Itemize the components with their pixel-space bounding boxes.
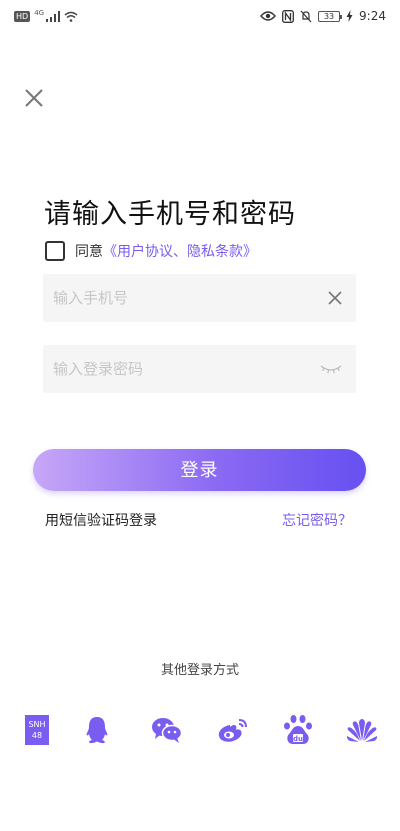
status-right: 33 9:24 bbox=[260, 8, 386, 24]
login-button[interactable]: 登录 bbox=[33, 449, 366, 491]
eye-comfort-icon bbox=[260, 11, 276, 21]
agreement-link[interactable]: 《用户协议、隐私条款》 bbox=[103, 241, 257, 261]
phone-field-container bbox=[43, 274, 356, 322]
mute-icon bbox=[300, 10, 312, 22]
clear-icon[interactable] bbox=[328, 291, 342, 305]
svg-text:du: du bbox=[293, 735, 303, 743]
status-clock: 9:24 bbox=[359, 9, 386, 23]
charging-icon bbox=[346, 10, 353, 22]
social-login-row: SNH 48 du bbox=[0, 712, 400, 752]
weibo-icon bbox=[218, 719, 247, 742]
nfc-icon bbox=[282, 9, 294, 23]
phone-input[interactable] bbox=[53, 274, 303, 322]
huawei-login-button[interactable] bbox=[344, 712, 380, 748]
password-field-container bbox=[43, 345, 356, 393]
wechat-icon bbox=[152, 718, 183, 743]
hd-badge: HD bbox=[14, 10, 31, 22]
other-login-label: 其他登录方式 bbox=[160, 663, 239, 678]
huawei-icon bbox=[346, 719, 378, 742]
close-button[interactable] bbox=[22, 86, 46, 110]
agreement-prefix: 同意 bbox=[75, 244, 103, 260]
baidu-login-button[interactable]: du bbox=[280, 712, 316, 748]
qq-login-button[interactable] bbox=[79, 712, 115, 748]
network-type: 4G bbox=[34, 9, 45, 17]
baidu-icon: du bbox=[284, 715, 312, 744]
qq-icon bbox=[86, 717, 108, 744]
wechat-login-button[interactable] bbox=[149, 712, 185, 748]
status-left: HD 4G bbox=[14, 9, 78, 23]
password-input[interactable] bbox=[53, 345, 303, 393]
battery-indicator: 33 bbox=[318, 10, 343, 22]
eye-closed-icon[interactable] bbox=[320, 363, 342, 375]
snh48-logo-text: SNH bbox=[28, 720, 45, 729]
agreement-checkbox[interactable] bbox=[45, 241, 65, 261]
weibo-login-button[interactable] bbox=[215, 712, 251, 748]
forgot-password-link[interactable]: 忘记密码？ bbox=[282, 510, 352, 530]
signal-icon bbox=[46, 10, 61, 22]
snh48-logo-number: 48 bbox=[32, 731, 42, 740]
snh48-icon: SNH 48 bbox=[25, 715, 49, 745]
snh48-login-button[interactable]: SNH 48 bbox=[19, 712, 55, 748]
sms-login-link[interactable]: 用短信验证码登录 bbox=[45, 510, 157, 530]
agreement-row: 同意 《用户协议、隐私条款》 bbox=[45, 240, 257, 262]
wifi-icon bbox=[64, 11, 78, 22]
status-bar: HD 4G 33 9:24 bbox=[0, 0, 400, 32]
close-icon bbox=[25, 89, 43, 107]
page-title: 请输入手机号和密码 bbox=[44, 199, 296, 230]
